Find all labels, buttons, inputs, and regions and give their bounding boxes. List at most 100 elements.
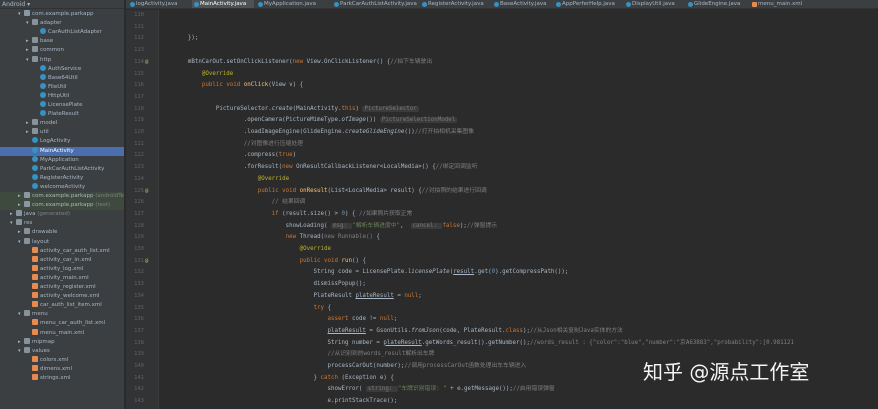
tree-node[interactable]: HttpUtil <box>0 91 124 101</box>
tree-node[interactable]: ▸ common <box>0 46 124 55</box>
code-line: .loadImageEngine(GlideEngine.createGlide… <box>160 127 474 139</box>
tree-node[interactable]: ▾ adapter <box>0 19 124 28</box>
code-comment: //从Json相关复制Java实体的方法 <box>529 327 623 334</box>
tree-node[interactable]: ▸ java (generated) <box>0 210 124 219</box>
tree-node[interactable]: ▸ util <box>0 128 124 137</box>
code-token: String code = LicensePlate. <box>160 269 408 276</box>
editor-tab[interactable]: BaseActivity.java <box>492 0 552 8</box>
tree-node[interactable]: ▾ res <box>0 219 124 228</box>
editor-tab[interactable]: GlideEngine.java <box>686 0 748 8</box>
editor-tab[interactable]: RegisterActivity.java <box>420 0 490 8</box>
line-number: 115 <box>134 70 144 77</box>
tree-node[interactable]: ▾ layout <box>0 237 124 247</box>
tree-node[interactable]: ParkCarAuthListActivity <box>0 164 124 174</box>
tree-node[interactable]: ▾ http <box>0 55 124 65</box>
code-token: } <box>160 374 321 381</box>
tree-node[interactable]: PlateResult <box>0 110 124 119</box>
tree-node[interactable]: CarAuthListAdapter <box>0 28 124 37</box>
tree-node[interactable]: ▸ com.example.parkapp (test) <box>0 201 124 211</box>
code-token: ) { <box>345 210 359 217</box>
tree-node[interactable]: MyApplication <box>0 155 124 165</box>
tree-node[interactable]: activity_car_in.xml <box>0 255 124 265</box>
code-token: (result.size() > <box>282 210 342 217</box>
tree-node-suffix: (androidTest) <box>95 193 125 199</box>
tree-node[interactable]: menu_main.xml <box>0 328 124 338</box>
tree-node[interactable]: Base64Util <box>0 73 124 83</box>
line-number: 119 <box>134 117 144 124</box>
code-token: public void <box>201 82 244 89</box>
package-icon <box>24 192 30 198</box>
tree-node[interactable]: ▸ base <box>0 37 124 46</box>
tree-node[interactable]: welcomeActivity <box>0 182 124 192</box>
tree-node[interactable]: ▾ values <box>0 346 124 356</box>
editor-tab[interactable]: DisplayUtil.java <box>624 0 684 8</box>
code-token: ()) <box>365 117 380 124</box>
code-comment: //对图像进行压缩处理 <box>160 140 303 147</box>
code-line: .compress(true) <box>160 150 296 162</box>
code-token: if <box>271 210 283 217</box>
editor-tab-label: logActivity.java <box>136 1 178 7</box>
tree-node[interactable]: strings.xml <box>0 374 124 383</box>
tree-node[interactable]: LicensePlate <box>0 101 124 110</box>
java-file-icon <box>626 2 631 7</box>
editor-tab[interactable]: logActivity.java <box>128 0 190 8</box>
project-view-selector[interactable]: Android ▾ <box>0 0 124 9</box>
code-token: }); <box>160 35 199 42</box>
tree-node[interactable]: ▸ drawable <box>0 228 124 237</box>
tree-node[interactable]: activity_welcome.xml <box>0 292 124 301</box>
tree-node-label: activity_welcome.xml <box>40 293 100 300</box>
tree-node-label: com.example.parkapp <box>32 193 94 199</box>
tree-node[interactable]: RegisterActivity <box>0 173 124 183</box>
tree-node-label: AuthService <box>48 65 82 72</box>
code-token: .compress( <box>160 152 279 159</box>
tree-node[interactable]: ▸com.example.parkapp (androidTest) <box>0 192 125 201</box>
code-token: + e.getMessage()); <box>446 386 513 393</box>
override-marker-icon[interactable]: @ <box>145 57 153 69</box>
editor-tab[interactable]: MainActivity.java <box>192 0 254 8</box>
line-number: 122 <box>134 152 144 159</box>
tree-node[interactable]: car_auth_list_item.xml <box>0 301 124 310</box>
tree-node-label: java <box>24 211 36 218</box>
editor-tab[interactable]: MyApplication.java <box>256 0 330 8</box>
folder-icon <box>24 237 30 244</box>
tree-node[interactable]: menu_car_auth_list.xml <box>0 319 124 328</box>
code-token: (code, PlateResult. <box>439 327 506 334</box>
tree-node-label: MainActivity <box>40 147 74 154</box>
xml-file-icon <box>32 283 38 289</box>
tree-node[interactable]: LogActivity <box>0 137 124 146</box>
tree-node[interactable]: MainActivity <box>0 146 124 156</box>
code-line: if (result.size() > 0) { //如果照片获取正常 <box>160 209 413 221</box>
parameter-hint: PictureSelector <box>362 105 419 112</box>
line-number: 112 <box>134 35 144 42</box>
tree-node[interactable]: ▾ com.example.parkapp <box>0 10 124 19</box>
tree-node[interactable]: colors.xml <box>0 355 124 365</box>
code-token: .openCamera(PictureMimeType. <box>160 117 342 124</box>
code-editor[interactable]: }); mBtnCarOut.setOnClickListener(new Vi… <box>160 10 878 409</box>
parameter-hint: PictureSelectionModel <box>379 117 458 124</box>
tree-node[interactable]: activity_log.xml <box>0 264 124 274</box>
java-file-icon <box>32 164 38 171</box>
override-marker-icon[interactable]: @ <box>145 186 153 198</box>
java-file-icon <box>688 2 693 7</box>
tree-node[interactable]: ▸ mipmap <box>0 337 124 347</box>
override-marker-icon[interactable]: @ <box>145 256 153 268</box>
project-tree-panel[interactable]: Android ▾ ▾ com.example.parkapp ▾ adapter Ca… <box>0 0 125 409</box>
tree-node[interactable]: ▸ model <box>0 119 124 128</box>
tree-node[interactable]: ▾ menu <box>0 310 124 319</box>
tree-node[interactable]: AuthService <box>0 64 124 74</box>
xml-file-icon <box>32 273 38 280</box>
tree-node-label: ParkCarAuthListActivity <box>40 165 105 172</box>
editor-tab[interactable]: menu_main.xml <box>750 0 806 8</box>
code-token: result <box>453 269 475 276</box>
editor-tab[interactable]: ParkCarAuthListActivity.java <box>332 0 418 8</box>
tree-node[interactable]: FileUtil <box>0 82 124 92</box>
tree-node[interactable]: activity_main.xml <box>0 273 124 283</box>
tree-node[interactable]: activity_car_auth_list.xml <box>0 246 124 256</box>
tree-node[interactable]: dimens.xml <box>0 364 124 374</box>
editor-tab[interactable]: AppPerferHelp.java <box>554 0 622 8</box>
code-line: // 结果回调 <box>160 197 306 209</box>
code-token: plateResult <box>355 292 394 299</box>
tree-node[interactable]: activity_register.xml <box>0 283 124 292</box>
